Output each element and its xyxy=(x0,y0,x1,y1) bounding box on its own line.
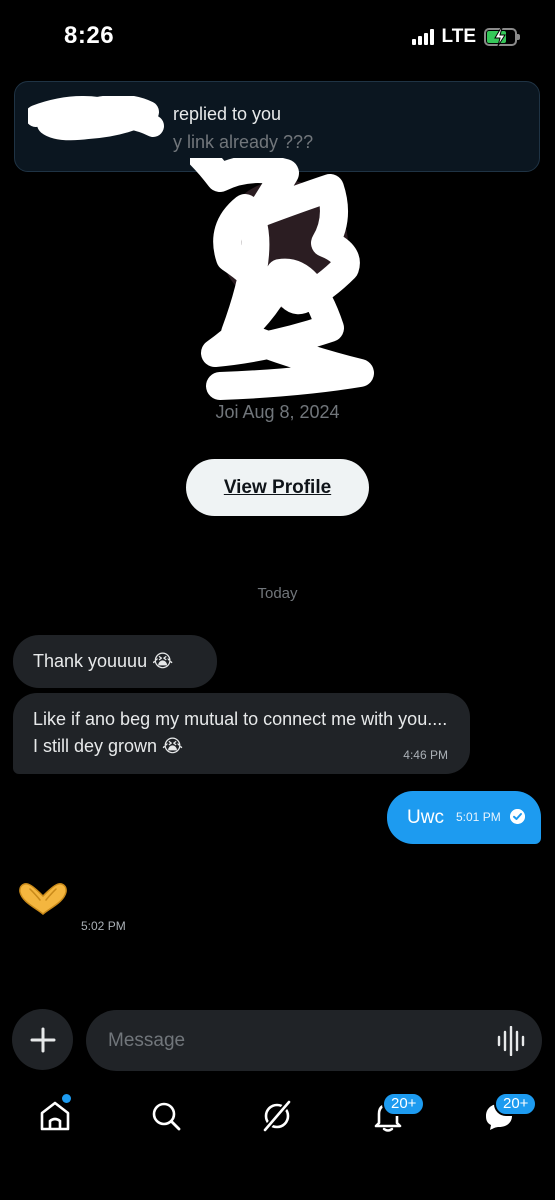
message-text: Thank youuuu 😭 xyxy=(33,651,174,671)
message-text: Uwc xyxy=(407,807,444,828)
notification-count-badge: 20+ xyxy=(382,1092,426,1116)
voice-message-icon[interactable] xyxy=(496,1026,526,1056)
message-bubble-sent[interactable]: Uwc 5:01 PM xyxy=(387,791,541,844)
message-bubble-received[interactable]: Like if ano beg my mutual to connect me … xyxy=(13,693,470,774)
status-time: 8:26 xyxy=(64,22,115,49)
read-receipt-icon xyxy=(510,809,525,824)
search-icon xyxy=(152,1102,181,1131)
nav-messages[interactable]: 20+ xyxy=(477,1092,538,1138)
message-timestamp: 5:02 PM xyxy=(81,919,126,933)
home-icon xyxy=(40,1101,70,1131)
redaction-scribble xyxy=(190,158,374,400)
plus-icon xyxy=(30,1027,55,1052)
message-input[interactable] xyxy=(86,1010,542,1071)
battery-icon xyxy=(484,27,520,47)
date-separator: Today xyxy=(257,585,298,602)
status-indicators: LTE xyxy=(411,26,520,48)
nav-grok[interactable] xyxy=(255,1094,299,1138)
nav-home[interactable] xyxy=(33,1094,77,1138)
grok-icon xyxy=(262,1100,292,1132)
messages-count-badge: 20+ xyxy=(494,1092,538,1116)
signal-icon xyxy=(411,29,434,45)
message-timestamp: 4:46 PM xyxy=(403,748,448,762)
view-profile-button[interactable]: View Profile xyxy=(186,459,369,516)
nav-search[interactable] xyxy=(144,1094,188,1138)
message-text: Like if ano beg my mutual to connect me … xyxy=(33,709,448,756)
unread-dot xyxy=(62,1094,71,1103)
redaction-scribble xyxy=(28,96,164,141)
message-bubble-received[interactable]: Thank youuuu 😭 xyxy=(13,635,217,688)
nav-notifications[interactable]: 20+ xyxy=(366,1092,426,1138)
network-label: LTE xyxy=(441,26,476,47)
add-attachment-button[interactable] xyxy=(12,1009,73,1070)
message-timestamp: 5:01 PM xyxy=(456,810,501,824)
